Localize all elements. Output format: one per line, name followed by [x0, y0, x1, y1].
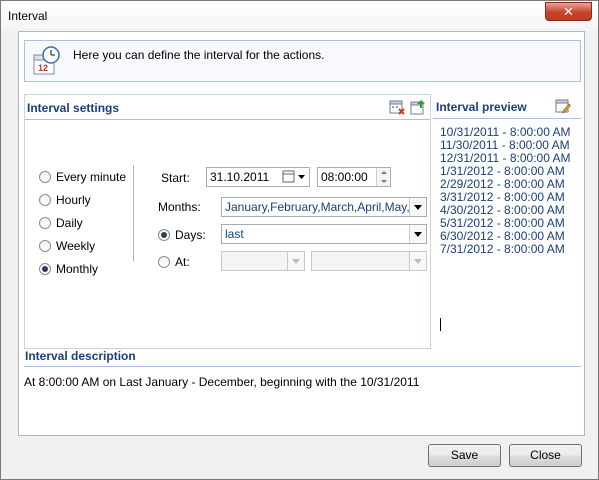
calendar-clock-icon: 12: [33, 46, 60, 75]
radio-every-minute[interactable]: Every minute: [39, 169, 126, 185]
days-select[interactable]: last: [221, 224, 427, 244]
months-select[interactable]: January,February,March,April,May,J: [221, 197, 427, 217]
chevron-down-icon[interactable]: [409, 198, 426, 216]
dialog-body: 12 Here you can define the interval for …: [18, 31, 585, 436]
close-button[interactable]: Close: [509, 444, 582, 467]
close-icon: ✕: [563, 4, 574, 19]
days-label: Days:: [175, 228, 206, 242]
interval-settings-panel: Interval settings Every minute Hourly Da…: [24, 94, 431, 349]
calendar-dropdown-icon[interactable]: [281, 169, 307, 185]
start-label: Start:: [161, 171, 190, 185]
text-caret: [440, 318, 441, 331]
start-time-value: 08:00:00: [321, 170, 368, 184]
divider: [25, 119, 430, 120]
calendar-delete-icon[interactable]: [389, 99, 405, 115]
list-item: 7/31/2012 - 8:00:00 AM: [440, 242, 565, 256]
interval-description-panel: Interval description At 8:00:00 AM on La…: [24, 348, 581, 418]
info-text: Here you can define the interval for the…: [73, 48, 325, 62]
radio-label: Weekly: [56, 239, 96, 253]
preview-list: 10/31/2011 - 8:00:00 AM 11/30/2011 - 8:0…: [440, 126, 571, 256]
info-panel: 12 Here you can define the interval for …: [24, 40, 581, 82]
days-value: last: [225, 227, 244, 241]
chevron-down-icon[interactable]: [409, 225, 426, 243]
divider: [433, 118, 581, 119]
start-time-input[interactable]: 08:00:00: [317, 167, 391, 187]
months-label: Months:: [158, 200, 201, 214]
radio-label: Every minute: [56, 170, 127, 184]
radio-label: Daily: [56, 216, 83, 230]
interval-settings-title: Interval settings: [27, 101, 120, 115]
start-date-value: 31.10.2011: [210, 170, 270, 184]
calendar-export-icon[interactable]: [410, 99, 426, 115]
interval-dialog: Interval ✕ 12 Here you can define the in…: [0, 0, 599, 480]
radio-circle[interactable]: [39, 240, 51, 252]
at-label: At:: [175, 255, 190, 269]
radio-days[interactable]: Days:: [158, 227, 206, 243]
spin-up-icon[interactable]: [377, 168, 390, 177]
svg-text:12: 12: [38, 63, 48, 73]
radio-circle[interactable]: [39, 263, 51, 275]
months-value: January,February,March,April,May,J: [225, 200, 416, 214]
start-date-picker[interactable]: 31.10.2011: [206, 167, 310, 187]
interval-preview-title: Interval preview: [436, 100, 527, 114]
at-select-2[interactable]: [311, 251, 427, 271]
spin-down-icon[interactable]: [377, 177, 390, 186]
calendar-edit-icon[interactable]: [555, 98, 571, 114]
interval-description-text: At 8:00:00 AM on Last January - December…: [24, 375, 420, 389]
at-select-1[interactable]: [221, 251, 305, 271]
radio-label: Monthly: [56, 262, 99, 276]
radio-label: Hourly: [56, 193, 91, 207]
title-bar: Interval ✕: [1, 1, 598, 31]
radio-circle[interactable]: [39, 217, 51, 229]
interval-preview-panel: Interval preview 10/31/2011 - 8:00:00 AM…: [433, 94, 581, 349]
radio-monthly[interactable]: Monthly: [39, 261, 98, 277]
save-button[interactable]: Save: [428, 444, 501, 467]
radio-circle[interactable]: [158, 229, 170, 241]
chevron-down-icon[interactable]: [287, 252, 304, 270]
time-spinner[interactable]: [376, 168, 390, 186]
radio-circle[interactable]: [158, 256, 170, 268]
radio-circle[interactable]: [39, 194, 51, 206]
divider: [24, 366, 581, 367]
radio-weekly[interactable]: Weekly: [39, 238, 95, 254]
chevron-down-icon[interactable]: [409, 252, 426, 270]
radio-daily[interactable]: Daily: [39, 215, 83, 231]
radio-hourly[interactable]: Hourly: [39, 192, 91, 208]
interval-description-title: Interval description: [25, 349, 136, 363]
radio-circle[interactable]: [39, 171, 51, 183]
window-title: Interval: [8, 9, 48, 23]
window-close-button[interactable]: ✕: [545, 2, 592, 21]
vertical-divider: [133, 165, 134, 261]
radio-at[interactable]: At:: [158, 254, 190, 270]
